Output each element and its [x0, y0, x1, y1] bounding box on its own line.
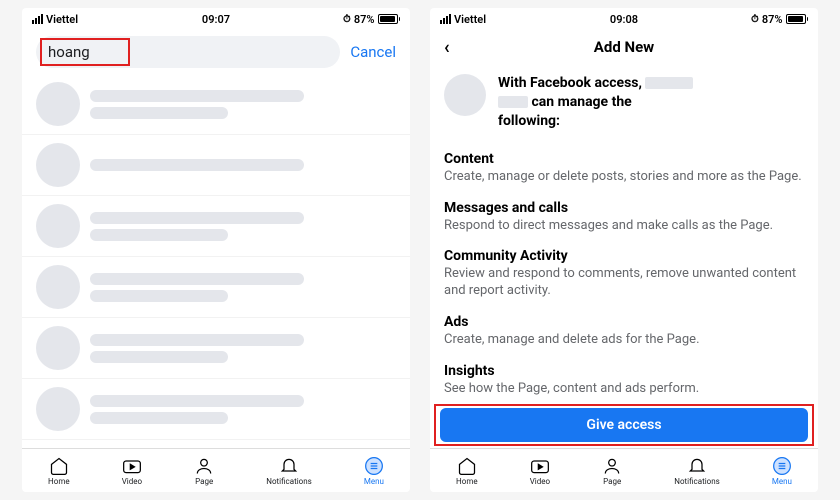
list-item[interactable] [22, 440, 410, 448]
tab-home[interactable]: Home [456, 456, 478, 486]
cancel-button[interactable]: Cancel [350, 43, 396, 61]
tab-page[interactable]: Page [194, 456, 214, 486]
video-icon [530, 456, 550, 476]
tab-bar: Home Video Page Notifications Menu [22, 448, 410, 492]
bell-icon [279, 456, 299, 476]
list-item[interactable] [22, 196, 410, 257]
tab-bar: Home Video Page Notifications Menu [430, 448, 818, 492]
section-messages: Messages and callsRespond to direct mess… [444, 200, 804, 235]
page-title: Add New [594, 38, 654, 56]
back-button[interactable]: ‹ [444, 37, 450, 58]
tab-page[interactable]: Page [602, 456, 622, 486]
avatar [36, 326, 80, 370]
avatar [444, 74, 486, 116]
search-field[interactable]: hoang [36, 36, 340, 68]
redacted-name [498, 96, 528, 108]
give-access-wrap: Give access [430, 402, 818, 448]
battery-pct: 87% [354, 13, 375, 26]
bell-icon [687, 456, 707, 476]
tab-home[interactable]: Home [48, 456, 70, 486]
phone-left-search: Viettel 09:07 ⏱ 87% hoang Cancel Home Vi… [22, 8, 410, 492]
give-access-button[interactable]: Give access [440, 408, 808, 442]
list-item[interactable] [22, 74, 410, 135]
home-icon [49, 456, 69, 476]
redacted-name [645, 77, 693, 89]
video-icon [122, 456, 142, 476]
list-item[interactable] [22, 318, 410, 379]
status-time: 09:08 [610, 13, 638, 26]
tab-menu[interactable]: Menu [364, 456, 384, 486]
intro-row: With Facebook access, can manage the fol… [430, 64, 818, 141]
menu-icon [772, 456, 792, 476]
section-insights: InsightsSee how the Page, content and ad… [444, 363, 804, 398]
section-content: ContentCreate, manage or delete posts, s… [444, 151, 804, 186]
section-ads: AdsCreate, manage and delete ads for the… [444, 314, 804, 349]
list-item[interactable] [22, 135, 410, 196]
alarm-icon: ⏱ [343, 14, 351, 25]
tab-video[interactable]: Video [530, 456, 550, 486]
tab-video[interactable]: Video [122, 456, 142, 486]
avatar [36, 265, 80, 309]
carrier-label: Viettel [46, 13, 78, 26]
avatar [36, 82, 80, 126]
battery-pct: 87% [762, 13, 783, 26]
search-input-value[interactable]: hoang [48, 43, 90, 61]
avatar [36, 143, 80, 187]
carrier-label: Viettel [454, 13, 486, 26]
alarm-icon: ⏱ [751, 14, 759, 25]
page-icon [602, 456, 622, 476]
section-community: Community ActivityReview and respond to … [444, 248, 804, 300]
menu-icon [364, 456, 384, 476]
avatar [36, 204, 80, 248]
permission-sections: ContentCreate, manage or delete posts, s… [430, 141, 818, 402]
tab-menu[interactable]: Menu [772, 456, 792, 486]
signal-icon [32, 14, 43, 24]
home-icon [457, 456, 477, 476]
status-bar: Viettel 09:07 ⏱ 87% [22, 8, 410, 30]
tab-notifications[interactable]: Notifications [674, 456, 719, 486]
page-icon [194, 456, 214, 476]
battery-icon [378, 14, 401, 24]
page-header: ‹ Add New [430, 30, 818, 64]
avatar [36, 387, 80, 431]
battery-icon [786, 14, 809, 24]
intro-text: With Facebook access, can manage the fol… [498, 74, 693, 131]
tab-notifications[interactable]: Notifications [266, 456, 311, 486]
status-time: 09:07 [202, 13, 230, 26]
search-header: hoang Cancel [22, 30, 410, 74]
signal-icon [440, 14, 451, 24]
search-results [22, 74, 410, 448]
list-item[interactable] [22, 379, 410, 440]
phone-right-addnew: Viettel 09:08 ⏱ 87% ‹ Add New With Faceb… [430, 8, 818, 492]
status-bar: Viettel 09:08 ⏱ 87% [430, 8, 818, 30]
list-item[interactable] [22, 257, 410, 318]
